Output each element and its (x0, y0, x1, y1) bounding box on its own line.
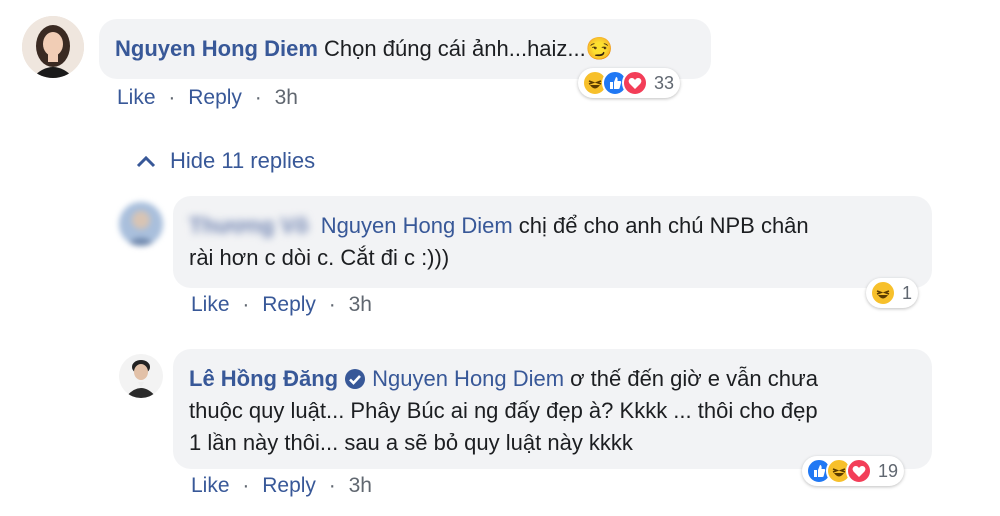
reaction-count: 1 (902, 282, 913, 303)
timestamp[interactable]: 3h (349, 474, 372, 497)
reply-actions: Like · Reply · 3h (191, 474, 372, 498)
comment-author[interactable]: Nguyen Hong Diem (115, 36, 318, 61)
separator: · (328, 293, 336, 316)
love-icon (622, 70, 648, 96)
reply-link[interactable]: Reply (188, 86, 242, 109)
separator: · (168, 86, 176, 109)
reaction-summary[interactable]: 1 (866, 278, 919, 308)
reply-text-line: 1 lần này thôi... sau a sẽ bỏ quy luật n… (189, 430, 633, 455)
comment-text: Chọn đúng cái ảnh...haiz... (324, 36, 586, 61)
reply-author-blurred[interactable]: Thương Võ (189, 213, 309, 238)
reply-bubble: Lê Hồng Đăng Nguyen Hong Diem ơ thế đến … (173, 349, 932, 469)
reply-link[interactable]: Reply (262, 474, 316, 497)
mention-link[interactable]: Nguyen Hong Diem (372, 363, 564, 395)
reply-text-line: rài hơn c dòi c. Cắt đi c :))) (189, 245, 450, 270)
reply-text-line: thuộc quy luật... Phây Búc ai ng đấy đẹp… (189, 398, 818, 423)
smirk-emoji-icon: 😏 (585, 36, 614, 61)
reply-text-line: chị để cho anh chú NPB chân (518, 213, 809, 238)
reply-bubble: Thương Võ Nguyen Hong Diem chị để cho an… (173, 196, 932, 288)
like-link[interactable]: Like (117, 86, 156, 109)
reaction-summary[interactable]: 33 (578, 68, 681, 98)
haha-icon (870, 280, 896, 306)
reply-text-line: ơ thế đến giờ e vẫn chưa (570, 366, 818, 391)
comment-actions: Like · Reply · 3h (117, 86, 298, 110)
avatar[interactable] (119, 202, 163, 246)
mention-link[interactable]: Nguyen Hong Diem (321, 213, 513, 238)
timestamp[interactable]: 3h (275, 86, 298, 109)
separator: · (242, 474, 250, 497)
reply-link[interactable]: Reply (262, 293, 316, 316)
timestamp[interactable]: 3h (349, 293, 372, 316)
chevron-up-icon (136, 155, 156, 168)
like-link[interactable]: Like (191, 474, 230, 497)
reaction-summary[interactable]: 19 (802, 456, 905, 486)
separator: · (328, 474, 336, 497)
avatar[interactable] (22, 16, 84, 78)
reaction-count: 19 (878, 460, 899, 481)
like-link[interactable]: Like (191, 293, 230, 316)
separator: · (242, 293, 250, 316)
avatar[interactable] (119, 354, 163, 398)
verified-badge-icon (345, 369, 366, 389)
separator: · (254, 86, 262, 109)
reply-actions: Like · Reply · 3h (191, 293, 372, 317)
reply-author[interactable]: Lê Hồng Đăng (189, 363, 338, 395)
hide-replies-label: Hide 11 replies (170, 148, 316, 173)
hide-replies-link[interactable]: Hide 11 replies (136, 148, 315, 174)
reaction-count: 33 (654, 72, 675, 93)
love-icon (846, 458, 872, 484)
